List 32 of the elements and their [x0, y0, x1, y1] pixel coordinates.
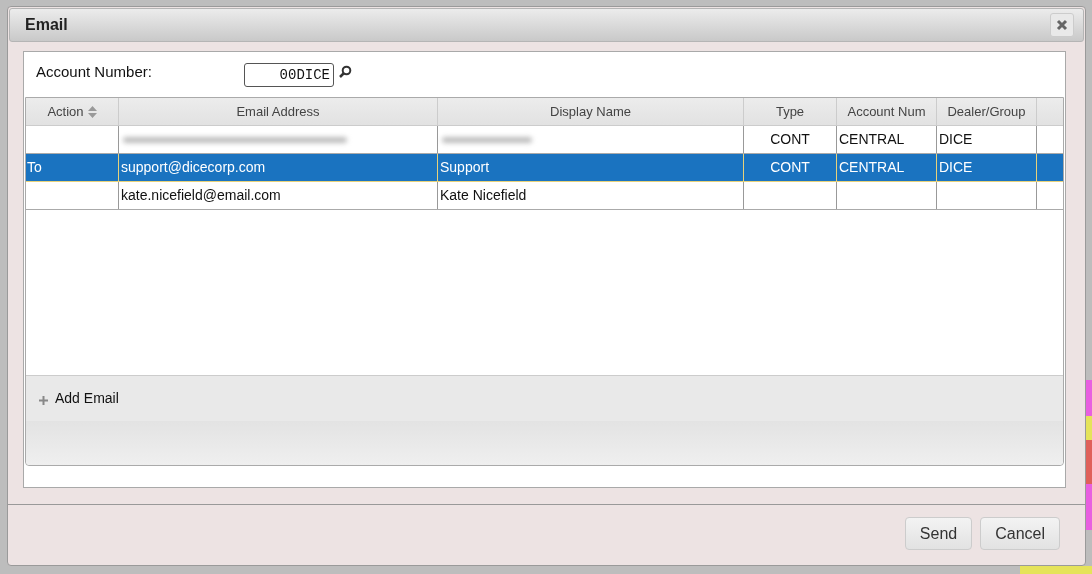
- table-cell-text: CENTRAL: [839, 158, 905, 177]
- table-cell-text: DICE: [939, 158, 973, 177]
- close-button[interactable]: [1050, 13, 1074, 37]
- plus-icon: [38, 395, 49, 406]
- table-cell-text: Kate Nicefield: [440, 186, 527, 205]
- table-cell-text: DICE: [939, 130, 973, 149]
- column-header[interactable]: Display Name: [438, 98, 744, 125]
- cancel-button[interactable]: Cancel: [980, 517, 1060, 550]
- column-header[interactable]: Type: [744, 98, 837, 125]
- table-cell-text: support@dicecorp.com: [121, 158, 266, 177]
- add-email-button[interactable]: Add Email: [38, 388, 119, 409]
- search-icon[interactable]: [338, 64, 352, 79]
- table-row[interactable]: CONT CENTRAL DICE: [26, 126, 1063, 154]
- table-cell-text: CENTRAL: [839, 130, 905, 149]
- account-label: Account Number:: [36, 61, 153, 82]
- table-cell-text: CONT: [770, 158, 810, 177]
- close-icon: [1056, 19, 1068, 31]
- send-button[interactable]: Send: [904, 517, 973, 550]
- account-field[interactable]: 00DICE: [244, 62, 334, 87]
- table-row[interactable]: kate.nicefield@email.com Kate Nicefield: [26, 182, 1063, 210]
- background-strip: [1020, 566, 1092, 574]
- column-header[interactable]: Account Num: [837, 98, 937, 125]
- column-header[interactable]: Action: [26, 98, 119, 125]
- window-title: Email: [25, 15, 68, 35]
- column-header[interactable]: Email Address: [119, 98, 438, 125]
- sort-icon: [87, 105, 97, 118]
- table-cell-text: To: [27, 158, 42, 177]
- table-cell-text: kate.nicefield@email.com: [121, 186, 281, 205]
- table-row[interactable]: To support@dicecorp.com Support CONT CENTRAL DICE: [26, 154, 1063, 182]
- table-cell-text: CONT: [770, 130, 810, 149]
- column-header[interactable]: Dealer/Group: [937, 98, 1037, 125]
- table-cell-text: Support: [440, 158, 490, 177]
